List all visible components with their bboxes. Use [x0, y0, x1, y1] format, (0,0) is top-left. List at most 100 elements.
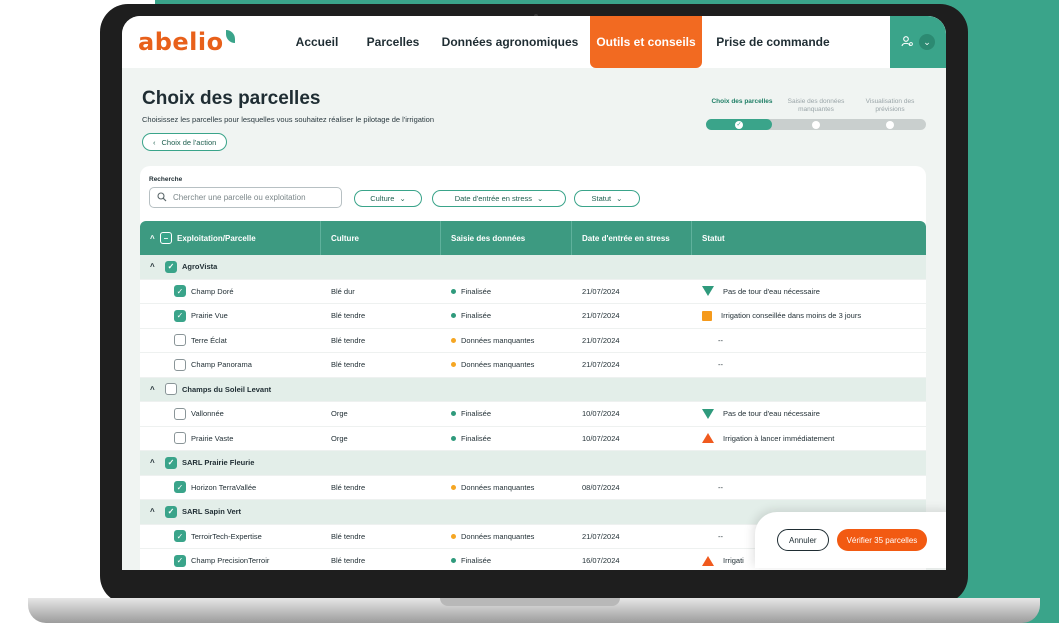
group-checkbox[interactable]: ✓	[165, 456, 177, 469]
chevron-down-icon: ⌄	[537, 194, 544, 203]
culture-cell: Blé tendre	[331, 311, 366, 321]
chevron-down-icon: ⌄	[616, 194, 623, 203]
search-label: Recherche	[149, 176, 183, 183]
statut-value: --	[718, 360, 723, 370]
date-cell: 21/07/2024	[582, 286, 620, 296]
step-label-1: Choix des parcelles	[711, 98, 773, 105]
table-row[interactable]: ✓ Champ Doré Blé dur Finalisée 21/07/2024 Pas…	[140, 280, 926, 304]
status-dot-icon	[451, 558, 456, 564]
parcel-checkbox[interactable]: ✓	[174, 285, 186, 298]
collapse-all-icon[interactable]: ^	[150, 234, 160, 243]
table-row[interactable]: ✓ Prairie Vue Blé tendre Finalisée 21/07/202…	[140, 304, 926, 329]
status-dot-icon	[451, 362, 456, 368]
user-settings-icon	[901, 35, 913, 50]
step-dot-3	[886, 120, 894, 129]
user-menu-button[interactable]: ⌄	[890, 16, 946, 68]
parcel-checkbox[interactable]	[174, 432, 186, 445]
abelio-logo[interactable]: abelio	[138, 28, 235, 56]
verify-parcels-button[interactable]: Vérifier 35 parcelles	[836, 529, 928, 551]
culture-cell: Blé dur	[331, 286, 355, 296]
nav-outils-et-conseils[interactable]: Outils et conseils	[590, 16, 702, 68]
parcel-checkbox[interactable]	[174, 407, 186, 420]
parcel-checkbox[interactable]: ✓	[174, 481, 186, 494]
laptop-notch	[440, 598, 620, 606]
page-title: Choix des parcelles	[142, 88, 321, 109]
parcel-name: Champ Panorama	[191, 360, 252, 370]
status-dot-icon	[451, 484, 456, 490]
header-statut[interactable]: Statut	[692, 221, 926, 255]
group-checkbox[interactable]	[165, 383, 177, 396]
statut-value: Irrigati	[723, 556, 744, 566]
parcel-cell: ✓ Prairie Vue	[140, 304, 321, 328]
top-navbar: abelio Accueil Parcelles Données agronom…	[122, 16, 946, 68]
parcel-name: Horizon TerraVallée	[191, 482, 257, 492]
table-group-row[interactable]: ^ ✓ AgroVista	[140, 255, 926, 280]
parcel-checkbox[interactable]	[174, 334, 186, 347]
parcel-checkbox[interactable]: ✓	[174, 554, 186, 567]
collapse-group-icon[interactable]: ^	[150, 262, 160, 271]
search-input[interactable]: Chercher une parcelle ou exploitation	[173, 193, 306, 202]
collapse-group-icon[interactable]: ^	[150, 507, 160, 516]
parcel-selection-card: Recherche Chercher une parcelle ou explo…	[140, 166, 926, 570]
filter-date-label: Date d'entrée en stress	[454, 194, 532, 203]
header-date-stress[interactable]: Date d'entrée en stress	[572, 221, 692, 255]
nav-accueil[interactable]: Accueil	[282, 16, 352, 68]
saisie-value: Finalisée	[461, 556, 492, 566]
group-checkbox[interactable]: ✓	[165, 505, 177, 518]
culture-cell: Blé tendre	[331, 482, 366, 492]
nav-donnees-agronomiques[interactable]: Données agronomiques	[440, 16, 580, 68]
search-input-wrapper[interactable]: Chercher une parcelle ou exploitation	[149, 187, 342, 208]
nav-prise-de-commande[interactable]: Prise de commande	[708, 16, 838, 68]
filter-statut[interactable]: Statut ⌄	[574, 190, 640, 207]
filter-culture[interactable]: Culture ⌄	[354, 190, 422, 207]
search-icon	[157, 191, 167, 204]
header-culture[interactable]: Culture	[321, 221, 441, 255]
parcel-checkbox[interactable]	[174, 358, 186, 371]
saisie-cell: Finalisée	[441, 402, 572, 426]
warning-triangle-icon	[702, 555, 714, 566]
table-row[interactable]: ✓ Horizon TerraVallée Blé tendre Données ma…	[140, 476, 926, 500]
chevron-left-icon: ‹	[153, 137, 156, 147]
table-row[interactable]: Vallonnée Orge Finalisée 10/07/2024 Pas de t…	[140, 402, 926, 427]
table-group-row[interactable]: ^ ✓ SARL Prairie Fleurie	[140, 451, 926, 476]
parcel-cell: Vallonnée	[140, 402, 321, 426]
parcel-checkbox[interactable]: ✓	[174, 530, 186, 543]
parcel-cell: Champ Panorama	[140, 353, 321, 377]
saisie-cell: Données manquantes	[441, 525, 572, 549]
table-row[interactable]: Prairie Vaste Orge Finalisée 10/07/2024 Irri…	[140, 427, 926, 451]
logo-text: abelio	[138, 28, 224, 56]
parcel-name: Terre Éclat	[191, 335, 227, 345]
select-all-checkbox[interactable]: –	[160, 232, 172, 244]
statut-value: Irrigation à lancer immédiatement	[723, 433, 835, 443]
back-to-action-button[interactable]: ‹ Choix de l'action	[142, 133, 228, 151]
date-cell: 16/07/2024	[582, 556, 620, 566]
header-saisie[interactable]: Saisie des données	[441, 221, 572, 255]
cancel-button[interactable]: Annuler	[777, 529, 829, 551]
group-checkbox[interactable]: ✓	[165, 260, 177, 273]
table-group-row[interactable]: ^ Champs du Soleil Levant	[140, 377, 926, 402]
saisie-cell: Finalisée	[441, 280, 572, 304]
statut-value: --	[718, 335, 723, 345]
leaf-icon	[225, 29, 235, 43]
parcel-name: Prairie Vue	[191, 311, 228, 321]
status-dot-icon	[451, 435, 456, 441]
statut-cell: --	[692, 329, 926, 353]
parcel-cell: Terre Éclat	[140, 329, 321, 353]
parcel-name: Champ PrecisionTerroir	[191, 556, 270, 566]
nav-parcelles[interactable]: Parcelles	[358, 16, 428, 68]
date-cell: 10/07/2024	[582, 409, 620, 419]
step-label-2: Saisie des données manquantes	[787, 98, 845, 113]
status-dot-icon	[451, 411, 456, 417]
header-exploitation[interactable]: ^ – Exploitation/Parcelle	[140, 221, 321, 255]
table-row[interactable]: Terre Éclat Blé tendre Données manquantes 2…	[140, 329, 926, 353]
parcel-checkbox[interactable]: ✓	[174, 309, 186, 322]
saisie-value: Données manquantes	[461, 531, 535, 541]
parcel-name: TerroirTech-Expertise	[191, 531, 262, 541]
group-cell: ^ Champs du Soleil Levant	[140, 378, 926, 402]
filter-statut-label: Statut	[591, 194, 612, 203]
collapse-group-icon[interactable]: ^	[150, 458, 160, 467]
table-row[interactable]: Champ Panorama Blé tendre Données manquant…	[140, 353, 926, 378]
filter-date-stress[interactable]: Date d'entrée en stress ⌄	[432, 190, 566, 207]
collapse-group-icon[interactable]: ^	[150, 385, 160, 394]
culture-cell: Blé tendre	[331, 556, 366, 566]
